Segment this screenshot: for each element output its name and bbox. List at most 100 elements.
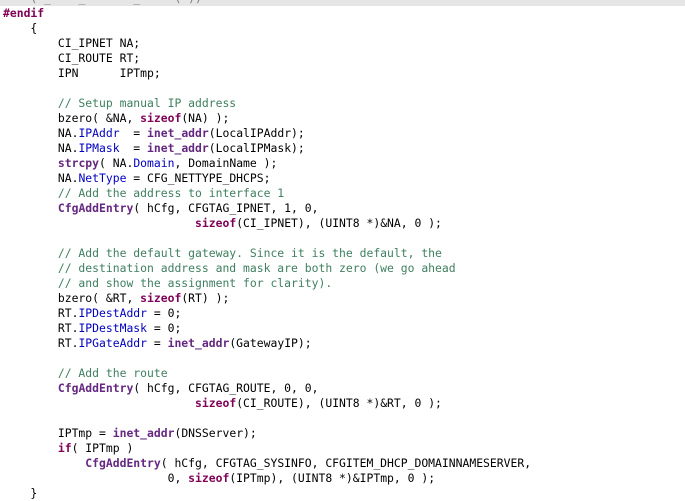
code-token: // Setup manual IP address [3,96,237,110]
code-token: // Add the default gateway. Since it is … [3,246,442,260]
code-token: sizeof [140,291,182,305]
code-token: Domain [133,156,175,170]
code-token: CfgAddEntry [57,381,134,395]
code-token: (GatewayIP); [229,336,312,350]
code-token: ( hCfg, CFGTAG_IPNET, 1, 0, [133,201,319,215]
code-token: = [147,336,168,350]
code-token: inet_addr [112,426,175,440]
code-token: inet_addr [147,126,209,140]
code-token: bzero( &RT, [3,291,141,305]
code-line[interactable]: CI_IPNET NA; [3,36,140,51]
code-token: RT. [3,321,79,335]
code-token: sizeof [140,111,182,125]
code-line[interactable]: sizeof(CI_IPNET), (UINT8 *)&NA, 0 ); [3,216,442,231]
code-token: ( hCfg, CFGTAG_ROUTE, 0, 0, [133,381,319,395]
code-line[interactable]: RT.IPDestMask = 0; [3,321,181,336]
code-line[interactable]: if( IPTmp ) [3,441,133,456]
code-line[interactable]: CfgAddEntry( hCfg, CFGTAG_ROUTE, 0, 0, [3,381,319,396]
code-token: // and show the assignment for clarity). [3,276,333,290]
code-line[interactable]: } [3,486,37,501]
code-line[interactable]: CfgAddEntry( hCfg, CFGTAG_SYSINFO, CFGIT… [3,456,531,471]
code-token: { [3,21,38,35]
code-token: 0, [3,471,189,485]
code-token: = [119,141,148,155]
code-token: ( [3,0,44,5]
code-line[interactable]: NA.IPAddr = inet_addr(LocalIPAddr); [3,126,305,141]
code-token: } [3,486,38,500]
code-token: (IPTmp), (UINT8 *)&IPTmp, 0 ); [229,471,436,485]
code-line[interactable]: // Add the default gateway. Since it is … [3,246,442,261]
code-line[interactable]: ( _ _ _ ( )) [0,0,685,6]
code-token: inet_addr [147,141,209,155]
code-token: sizeof [195,216,237,230]
code-token: _ _ _ ( )) [44,0,202,5]
code-token: sizeof [195,396,237,410]
code-token: // destination address and mask are both… [3,261,456,275]
code-line[interactable]: RT.IPDestAddr = 0; [3,306,181,321]
code-token: ( IPTmp ) [71,441,134,455]
code-token: IPTmp = [3,426,113,440]
code-line[interactable]: IPN IPTmp; [3,66,161,81]
code-token: , DomainName ); [174,156,278,170]
code-token: (LocalIPMask); [208,141,305,155]
code-token: RT. [3,336,79,350]
code-line[interactable]: // destination address and mask are both… [3,261,456,276]
code-line[interactable]: bzero( &NA, sizeof(NA) ); [3,111,229,126]
code-line[interactable]: CI_ROUTE RT; [3,51,140,66]
code-token: (DNSServer); [174,426,257,440]
code-token: IPMask [78,141,120,155]
code-token: IPAddr [78,126,120,140]
code-token: NA. [3,171,79,185]
code-token: CI_IPNET NA; [3,36,141,50]
code-token: CfgAddEntry [57,201,134,215]
code-token: NetType [78,171,127,185]
code-token: (NA) ); [181,111,230,125]
code-line[interactable]: bzero( &RT, sizeof(RT) ); [3,291,229,306]
code-token: CI_ROUTE RT; [3,51,141,65]
code-token: ( hCfg, CFGTAG_SYSINFO, CFGITEM_DHCP_DOM… [160,456,532,470]
code-token: NA. [3,141,79,155]
code-token: IPDestAddr [78,306,148,320]
code-token: = [119,126,148,140]
code-token: RT. [3,306,79,320]
code-line[interactable]: { [3,21,37,36]
code-token: if [57,441,72,455]
code-token: (LocalIPAddr); [208,126,305,140]
code-token: #endif [3,6,45,20]
code-token: IPDestMask [78,321,148,335]
code-editor[interactable]: ( _ _ _ ( ))#endif { CI_IPNET NA; CI_ROU… [0,0,685,501]
code-line[interactable]: CfgAddEntry( hCfg, CFGTAG_IPNET, 1, 0, [3,201,319,216]
code-token: // Add the address to interface 1 [3,186,285,200]
code-line[interactable]: // and show the assignment for clarity). [3,276,332,291]
code-token: = 0; [147,306,182,320]
code-line[interactable]: sizeof(CI_ROUTE), (UINT8 *)&RT, 0 ); [3,396,442,411]
code-token: inet_addr [167,336,230,350]
code-line[interactable]: // Add the address to interface 1 [3,186,284,201]
code-token: CfgAddEntry [85,456,161,470]
code-token: sizeof [188,471,230,485]
code-line[interactable]: NA.IPMask = inet_addr(LocalIPMask); [3,141,305,156]
code-token: IPN IPTmp; [3,66,161,80]
code-line[interactable]: 0, sizeof(IPTmp), (UINT8 *)&IPTmp, 0 ); [3,471,435,486]
code-line[interactable]: NA.NetType = CFG_NETTYPE_DHCPS; [3,171,271,186]
code-token: bzero( &NA, [3,111,141,125]
code-line[interactable]: strcpy( NA.Domain, DomainName ); [3,156,277,171]
code-line[interactable]: RT.IPGateAddr = inet_addr(GatewayIP); [3,336,312,351]
code-token: ( NA. [99,156,134,170]
code-token: (CI_ROUTE), (UINT8 *)&RT, 0 ); [236,396,442,410]
code-line[interactable]: #endif [3,6,44,21]
code-token: strcpy [57,156,100,170]
code-line[interactable]: IPTmp = inet_addr(DNSServer); [3,426,257,441]
code-token: // Add the route [3,366,168,380]
code-line[interactable]: // Setup manual IP address [3,96,236,111]
code-token: (CI_IPNET), (UINT8 *)&NA, 0 ); [236,216,442,230]
code-token: (RT) ); [181,291,230,305]
code-token: IPGateAddr [78,336,148,350]
code-line[interactable]: // Add the route [3,366,168,381]
code-token: = 0; [147,321,182,335]
